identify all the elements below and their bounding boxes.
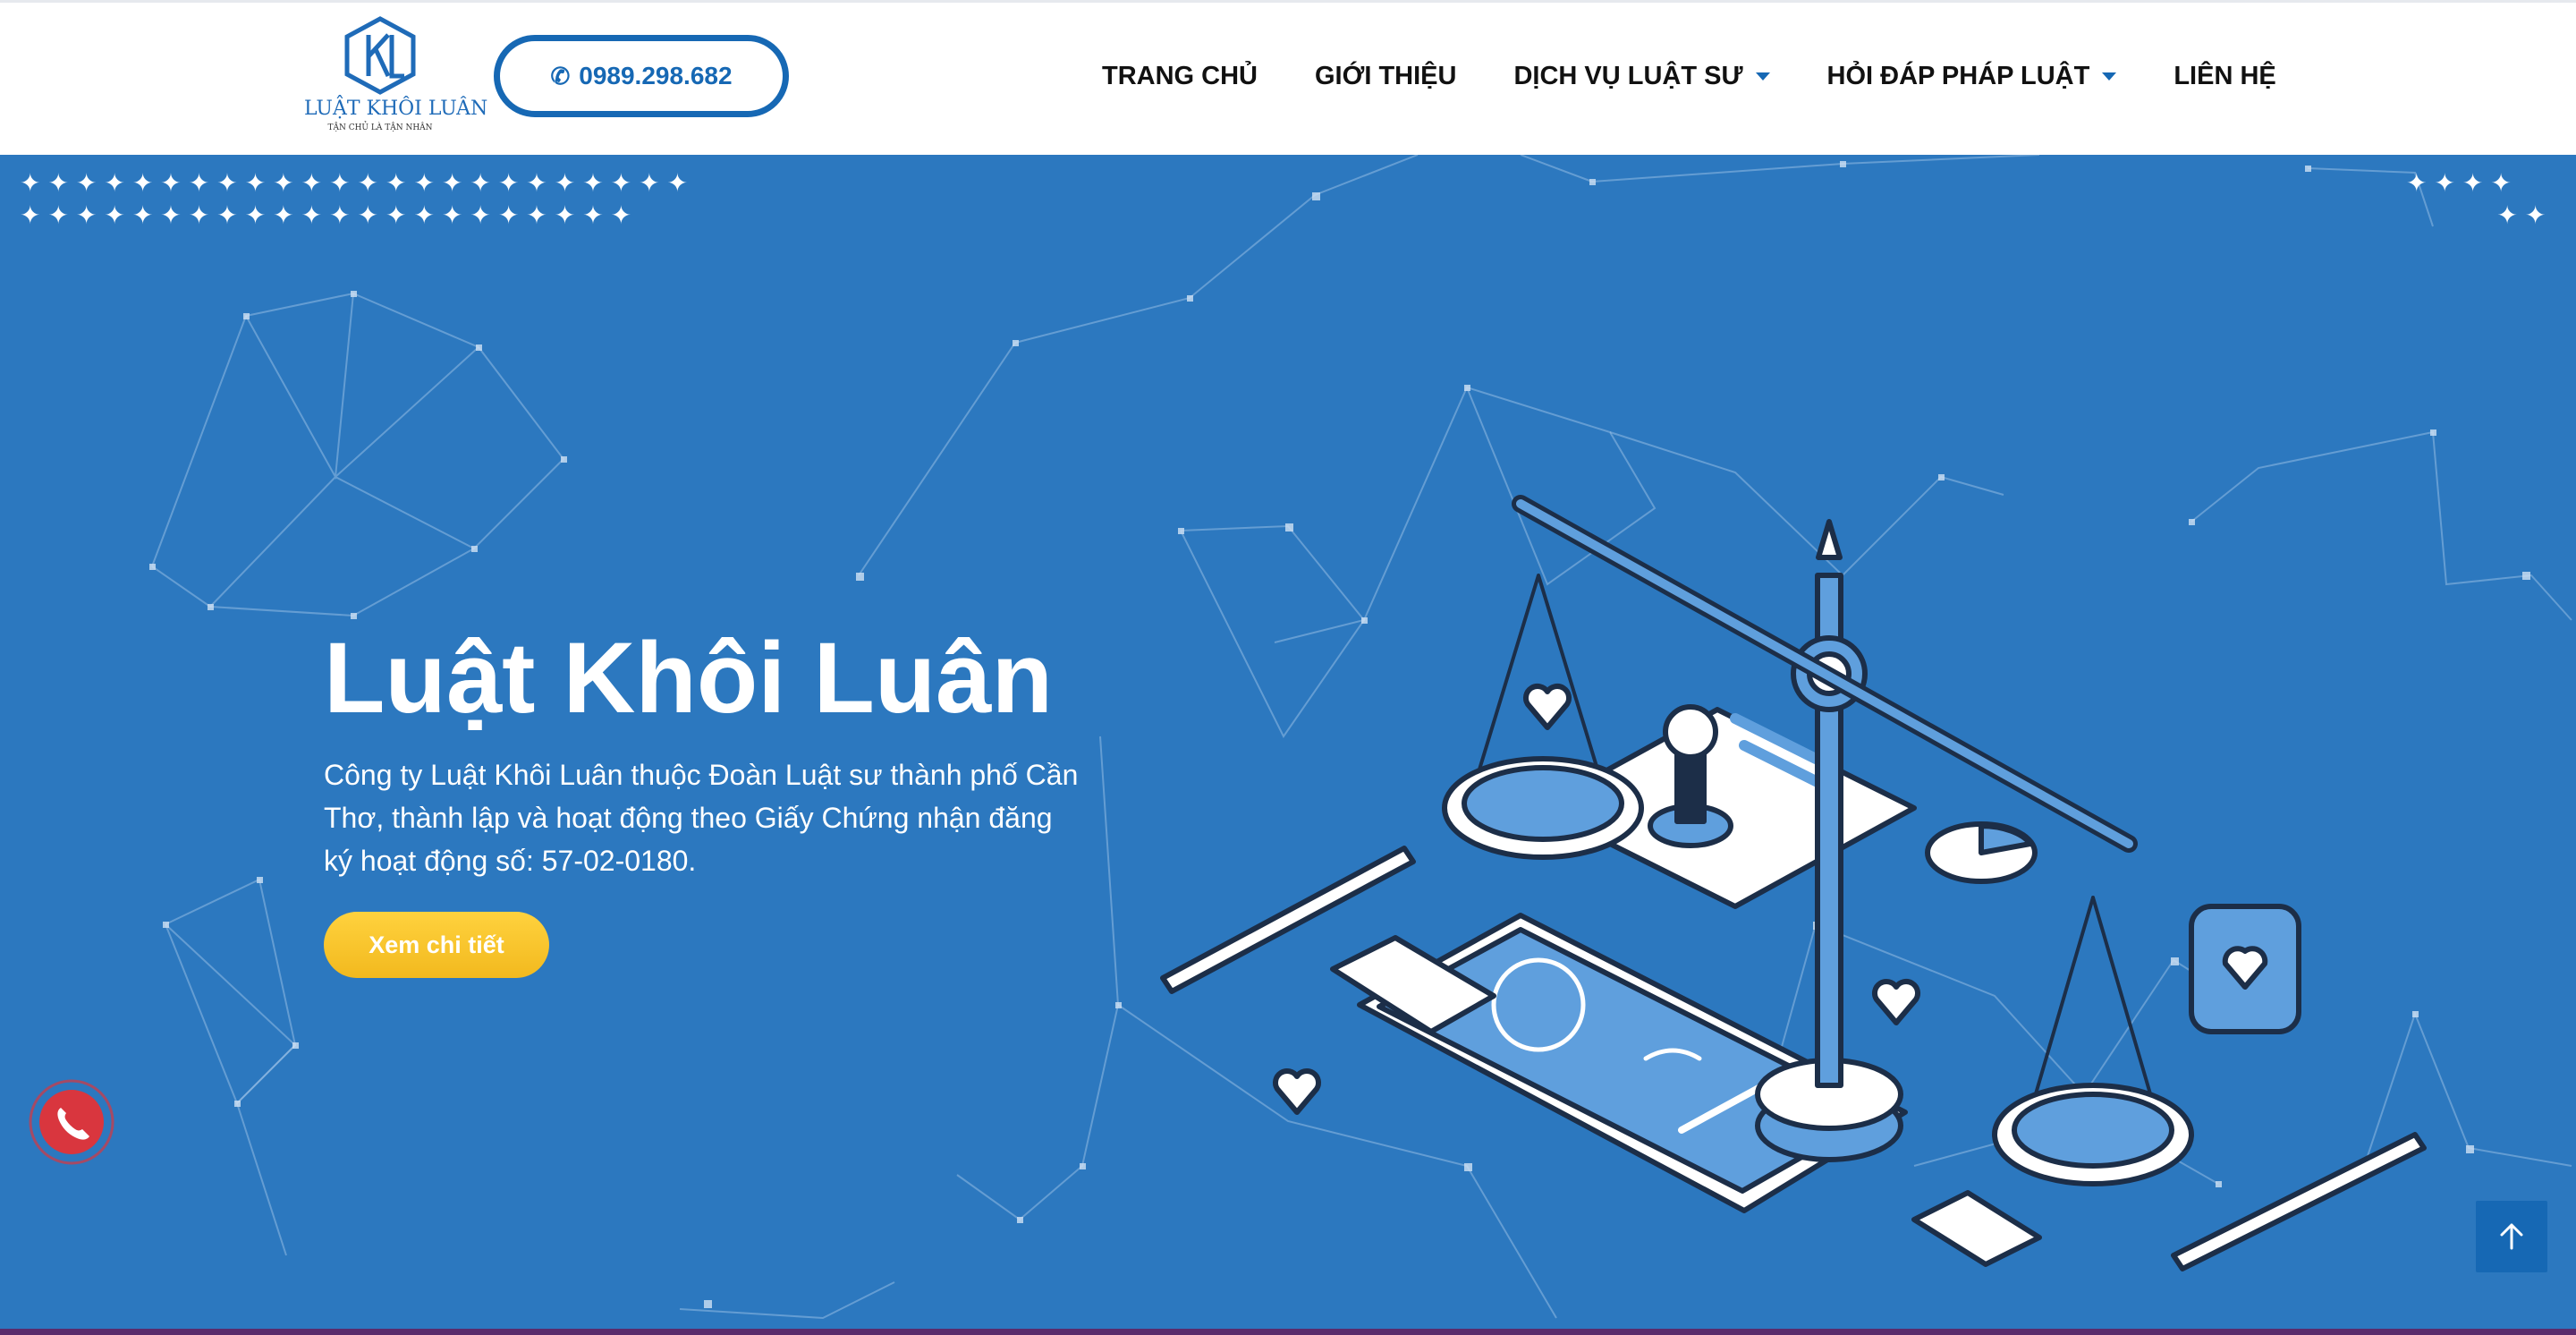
nav-label: HỎI ĐÁP PHÁP LUẬT <box>1826 61 2090 90</box>
nav-gioi-thieu[interactable]: GIỚI THIỆU <box>1315 62 1456 91</box>
nav-label: GIỚI THIỆU <box>1315 61 1457 90</box>
phone-icon: ✆ <box>550 62 571 89</box>
nav-label: TRANG CHỦ <box>1102 61 1258 90</box>
kl-hexagon-logo-icon <box>344 16 416 95</box>
scales-of-justice-icon <box>1160 495 2427 1271</box>
chevron-down-icon <box>2102 72 2117 81</box>
site-header: LUẬT KHÔI LUÂN TẬN CHỦ LÀ TẬN NHÂN ✆ 098… <box>0 3 2576 155</box>
site-logo[interactable]: LUẬT KHÔI LUÂN TẬN CHỦ LÀ TẬN NHÂN <box>304 15 488 140</box>
call-button[interactable] <box>29 1079 114 1165</box>
decorative-stars-left: ✦✦✦✦✦✦✦✦✦✦✦✦✦✦✦✦✦✦✦✦✦✦✦✦ ✦✦✦✦✦✦✦✦✦✦✦✦✦✦✦✦… <box>20 168 696 230</box>
nav-label: LIÊN HỆ <box>2174 61 2276 90</box>
scroll-to-top-button[interactable] <box>2476 1201 2547 1272</box>
hero-description: Công ty Luật Khôi Luân thuộc Đoàn Luật s… <box>324 759 1079 877</box>
nav-hoi-dap-phap-luat[interactable]: HỎI ĐÁP PHÁP LUẬT <box>1827 62 2117 91</box>
arrow-up-icon <box>2500 1223 2523 1250</box>
nav-lien-he[interactable]: LIÊN HỆ <box>2174 62 2275 91</box>
decorative-stars-right: ✦✦✦✦ ✦✦ <box>2406 168 2554 230</box>
logo-name: LUẬT KHÔI LUÂN <box>304 98 488 120</box>
main-nav: TRANG CHỦ GIỚI THIỆU DỊCH VỤ LUẬT SƯ HỎI… <box>1102 58 2276 94</box>
nav-dich-vu-luat-su[interactable]: DỊCH VỤ LUẬT SƯ <box>1513 61 1770 91</box>
phone-number: 0989.298.682 <box>579 62 733 89</box>
hero-title: Luật Khôi Luân <box>324 622 1054 734</box>
phone-button[interactable]: ✆ 0989.298.682 <box>494 35 789 117</box>
view-details-button[interactable]: Xem chi tiết <box>324 912 549 978</box>
logo-slogan: TẬN CHỦ LÀ TẬN NHÂN <box>327 123 433 132</box>
chevron-down-icon <box>1755 72 1770 81</box>
hero-banner: ✦✦✦✦✦✦✦✦✦✦✦✦✦✦✦✦✦✦✦✦✦✦✦✦ ✦✦✦✦✦✦✦✦✦✦✦✦✦✦✦✦… <box>0 155 2576 1329</box>
nav-trang-chu[interactable]: TRANG CHỦ <box>1102 62 1258 91</box>
nav-label: DỊCH VỤ LUẬT SƯ <box>1513 61 1743 90</box>
phone-icon <box>29 1079 114 1165</box>
hero-bottom-strip <box>0 1329 2576 1335</box>
